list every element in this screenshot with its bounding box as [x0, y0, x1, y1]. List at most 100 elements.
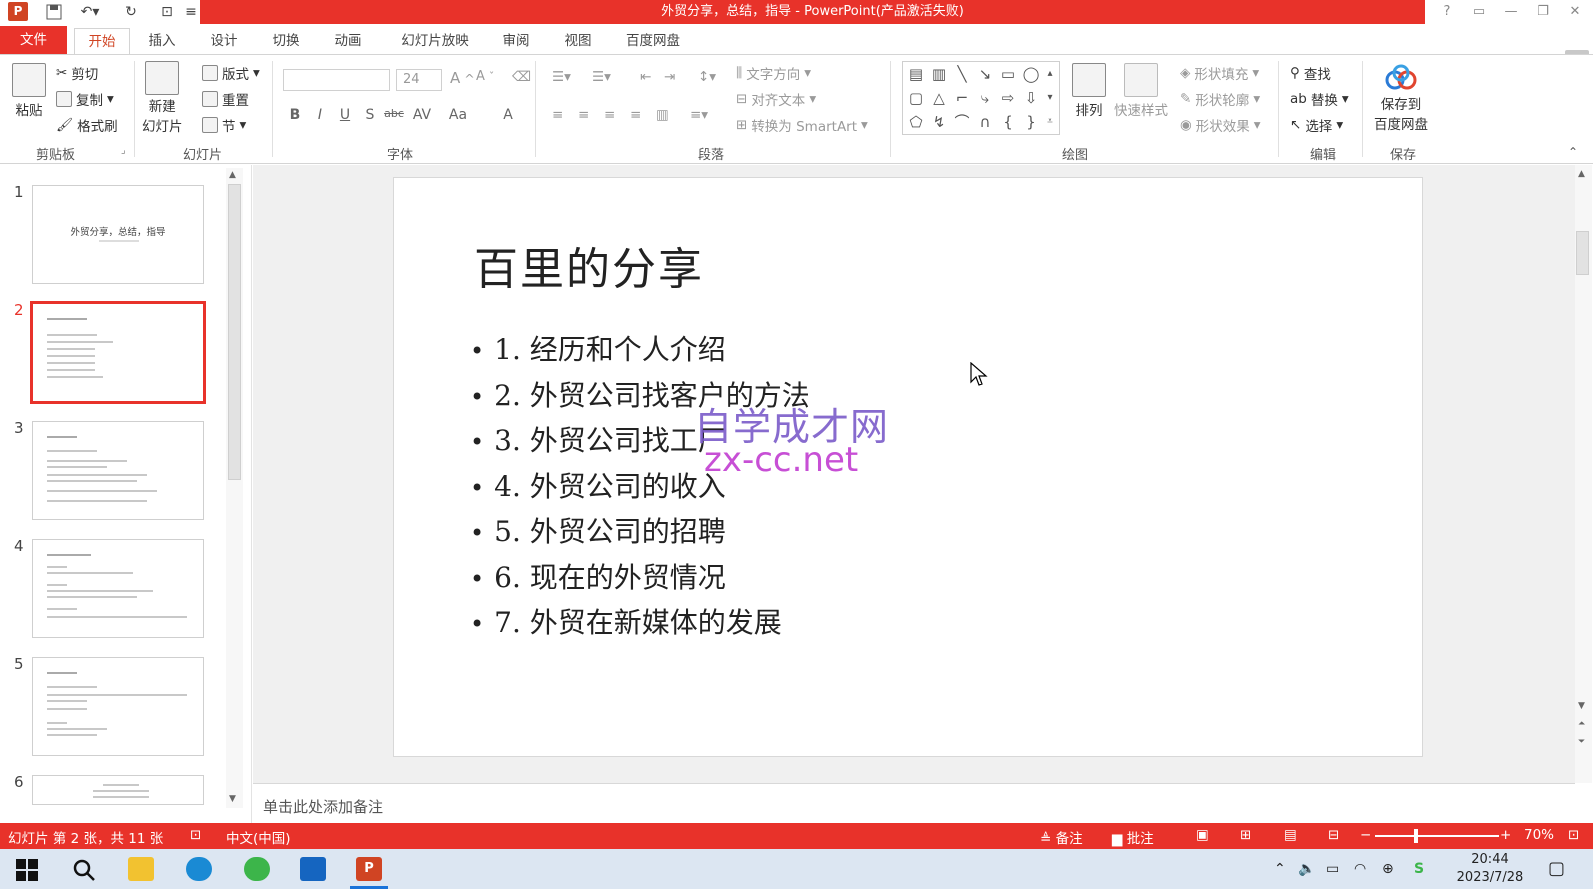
- ribbon-display-icon[interactable]: ▭: [1464, 0, 1494, 24]
- text-direction-button[interactable]: ⫼ 文字方向 ▾: [736, 63, 811, 83]
- find-button[interactable]: ⚲ 查找: [1290, 63, 1331, 83]
- tab-home[interactable]: 开始: [74, 28, 130, 54]
- input-method-icon[interactable]: ⊕: [1382, 849, 1394, 889]
- increase-indent-icon[interactable]: ⇥: [664, 69, 675, 85]
- font-size-dropdown[interactable]: 24: [396, 69, 442, 91]
- editor-scrollbar[interactable]: ▲ ▼ ⏶ ⏷: [1575, 165, 1592, 783]
- triangle-shape-icon[interactable]: △: [929, 88, 949, 108]
- notes-pane[interactable]: 单击此处添加备注: [253, 783, 1575, 823]
- scroll-up-icon[interactable]: ▲: [1578, 169, 1585, 179]
- shadow-icon[interactable]: S: [360, 107, 380, 123]
- undo-icon[interactable]: ↶▾: [76, 2, 104, 22]
- gallery-scroll-up-icon[interactable]: ▴: [1043, 64, 1057, 84]
- green-app-icon[interactable]: [244, 857, 270, 881]
- shrink-font-icon[interactable]: Aˇ: [476, 69, 494, 84]
- tab-design[interactable]: 设计: [202, 28, 246, 54]
- battery-icon[interactable]: ▭: [1326, 849, 1339, 889]
- bullets-icon[interactable]: ☰▾: [552, 69, 571, 85]
- spelling-check-icon[interactable]: ⊡: [190, 827, 201, 843]
- left-brace-shape-icon[interactable]: {: [998, 112, 1018, 132]
- tab-baidu-netdisk[interactable]: 百度网盘: [618, 28, 688, 54]
- previous-slide-icon[interactable]: ⏶: [1578, 719, 1585, 729]
- thumbnail-scrollbar[interactable]: ▲ ▼: [226, 168, 243, 808]
- slideshow-view-icon[interactable]: ⊟: [1328, 827, 1339, 843]
- gallery-scroll-down-icon[interactable]: ▾: [1043, 88, 1057, 108]
- comments-toggle-button[interactable]: ▆ 批注: [1112, 827, 1154, 847]
- cut-button[interactable]: ✂ 剪切: [56, 63, 98, 83]
- arrow-line-shape-icon[interactable]: ↘: [975, 64, 995, 84]
- slide-thumbnail-1[interactable]: 外贸分享，总结，指导: [32, 185, 204, 284]
- select-button[interactable]: ↖ 选择 ▾: [1290, 115, 1343, 135]
- arrange-button[interactable]: 排列: [1072, 63, 1106, 119]
- redo-icon[interactable]: ↻: [120, 2, 142, 22]
- wifi-icon[interactable]: ◠: [1354, 849, 1366, 889]
- copy-button[interactable]: 复制 ▾: [56, 89, 114, 109]
- save-icon[interactable]: [44, 2, 64, 22]
- vertical-textbox-shape-icon[interactable]: ▥: [929, 64, 949, 84]
- shape-fill-button[interactable]: ◈ 形状填充 ▾: [1180, 63, 1259, 83]
- slide-thumbnail-2[interactable]: [30, 301, 206, 404]
- shapes-gallery[interactable]: ▤ ▥ ╲ ↘ ▭ ◯ ▢ △ ⌐ ⤷ ⇨ ⇩ ⬠ ↯ ⌒ ∩ { } ▴ ▾ …: [902, 61, 1060, 135]
- format-painter-button[interactable]: 🖌 格式刷: [56, 115, 118, 135]
- numbering-icon[interactable]: ☰▾: [592, 69, 611, 85]
- notes-toggle-button[interactable]: ≜ 备注: [1040, 827, 1083, 847]
- zoom-in-icon[interactable]: +: [1500, 827, 1511, 843]
- right-arrow-shape-icon[interactable]: ⇨: [998, 88, 1018, 108]
- collapse-ribbon-icon[interactable]: ⌃: [1568, 145, 1578, 159]
- gallery-more-icon[interactable]: ⩡: [1043, 112, 1057, 132]
- scrollbar-thumb[interactable]: [1576, 231, 1589, 275]
- change-case-icon[interactable]: Aa: [448, 107, 468, 123]
- curve-shape-icon[interactable]: ∩: [975, 112, 995, 132]
- slide-bullet-list[interactable]: 1. 经历和个人介绍 2. 外贸公司找客户的方法 3. 外贸公司找工厂 4. 外…: [470, 328, 810, 647]
- layout-button[interactable]: 版式 ▾: [202, 63, 260, 83]
- replace-button[interactable]: ab 替换 ▾: [1290, 89, 1349, 109]
- help-icon[interactable]: ?: [1432, 0, 1462, 24]
- align-left-icon[interactable]: ≡: [552, 107, 563, 123]
- oval-shape-icon[interactable]: ◯: [1021, 64, 1041, 84]
- tab-review[interactable]: 审阅: [494, 28, 538, 54]
- tab-file[interactable]: 文件: [0, 26, 67, 54]
- align-distribute-icon[interactable]: ≡▾: [690, 107, 708, 123]
- tab-slideshow[interactable]: 幻灯片放映: [390, 28, 480, 54]
- shape-effects-button[interactable]: ◉ 形状效果 ▾: [1180, 115, 1261, 135]
- tab-animations[interactable]: 动画: [326, 28, 370, 54]
- grow-font-icon[interactable]: A ^: [450, 69, 475, 87]
- security-app-icon[interactable]: S: [1414, 849, 1424, 889]
- zoom-out-icon[interactable]: −: [1360, 827, 1371, 843]
- normal-view-icon[interactable]: ▣: [1196, 827, 1209, 843]
- system-clock[interactable]: 20:44 2023/7/28: [1452, 851, 1528, 887]
- down-arrow-shape-icon[interactable]: ⇩: [1021, 88, 1041, 108]
- font-name-dropdown[interactable]: [283, 69, 390, 91]
- line-spacing-icon[interactable]: ↕▾: [698, 69, 716, 85]
- align-text-button[interactable]: ⊟ 对齐文本 ▾: [736, 89, 816, 109]
- bold-icon[interactable]: B: [285, 107, 305, 123]
- elbow-connector-shape-icon[interactable]: ⌐: [952, 88, 972, 108]
- slide-canvas[interactable]: 百里的分享 1. 经历和个人介绍 2. 外贸公司找客户的方法 3. 外贸公司找工…: [393, 177, 1423, 757]
- slide-thumbnail-5[interactable]: [32, 657, 204, 756]
- windows-start-icon[interactable]: [16, 859, 38, 881]
- strikethrough-icon[interactable]: abc: [384, 107, 404, 120]
- rectangle-shape-icon[interactable]: ▭: [998, 64, 1018, 84]
- columns-icon[interactable]: ▥: [656, 107, 669, 123]
- new-slide-button[interactable]: 新建 幻灯片: [142, 61, 183, 135]
- convert-smartart-button[interactable]: ⊞ 转换为 SmartArt ▾: [736, 115, 868, 135]
- photos-app-icon[interactable]: [300, 857, 326, 881]
- restore-button[interactable]: ❐: [1528, 0, 1558, 24]
- scribble-shape-icon[interactable]: ↯: [929, 112, 949, 132]
- curved-connector-shape-icon[interactable]: ⤷: [975, 88, 995, 108]
- search-icon[interactable]: [72, 858, 96, 882]
- font-color-icon[interactable]: A: [498, 107, 518, 123]
- powerpoint-app-icon[interactable]: P: [8, 2, 28, 21]
- next-slide-icon[interactable]: ⏷: [1578, 737, 1585, 747]
- rounded-rect-shape-icon[interactable]: ▢: [906, 88, 926, 108]
- tab-insert[interactable]: 插入: [140, 28, 184, 54]
- close-button[interactable]: ✕: [1560, 0, 1590, 24]
- slide-title[interactable]: 百里的分享: [474, 233, 704, 297]
- char-spacing-icon[interactable]: AV: [412, 107, 432, 123]
- scrollbar-thumb[interactable]: [228, 184, 241, 480]
- slide-thumbnail-4[interactable]: [32, 539, 204, 638]
- notification-center-icon[interactable]: ▢: [1548, 849, 1565, 889]
- clipboard-launcher-icon[interactable]: ⌟: [121, 145, 126, 156]
- freeform-shape-icon[interactable]: ⬠: [906, 112, 926, 132]
- tab-transitions[interactable]: 切换: [264, 28, 308, 54]
